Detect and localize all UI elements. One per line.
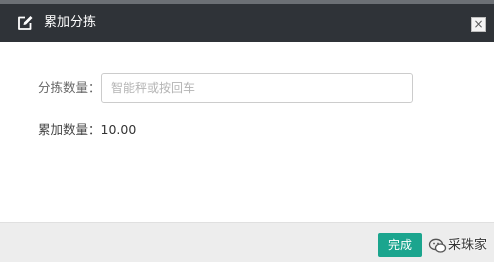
accumulate-sort-dialog: 累加分拣 × 分拣数量： 累加数量：10.00 完成 采珠家 (0, 4, 494, 262)
wechat-icon (428, 236, 448, 256)
done-button[interactable]: 完成 (378, 233, 422, 257)
close-button[interactable]: × (471, 17, 486, 32)
dialog-footer: 完成 采珠家 (0, 222, 494, 262)
sort-quantity-input[interactable] (101, 73, 413, 103)
edit-icon (16, 14, 34, 32)
dialog-titlebar: 累加分拣 × (0, 4, 494, 42)
dialog-title: 累加分拣 (44, 15, 97, 30)
total-quantity-value: 10.00 (100, 122, 137, 137)
total-quantity-label: 累加数量： (38, 122, 101, 137)
total-quantity-row: 累加数量：10.00 (38, 122, 136, 138)
dialog-body: 分拣数量： 累加数量：10.00 (0, 42, 494, 222)
sort-quantity-label: 分拣数量： (38, 80, 101, 95)
close-icon: × (473, 17, 484, 31)
watermark-text: 采珠家 (448, 238, 488, 253)
